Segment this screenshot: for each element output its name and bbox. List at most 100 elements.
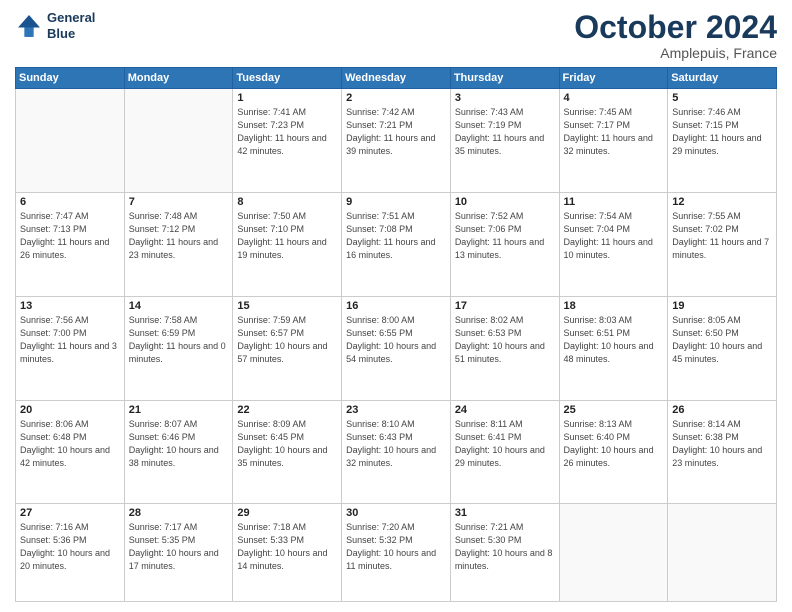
- logo: General Blue: [15, 10, 95, 41]
- day-info: Sunrise: 8:14 AMSunset: 6:38 PMDaylight:…: [672, 418, 772, 470]
- day-number: 25: [564, 404, 664, 416]
- day-cell: 9 Sunrise: 7:51 AMSunset: 7:08 PMDaylight…: [342, 192, 451, 296]
- day-info: Sunrise: 7:45 AMSunset: 7:17 PMDaylight:…: [564, 106, 664, 158]
- day-cell: 12 Sunrise: 7:55 AMSunset: 7:02 PMDayligh…: [668, 192, 777, 296]
- day-number: 27: [20, 507, 120, 519]
- day-number: 31: [455, 507, 555, 519]
- week-row-5: 27 Sunrise: 7:16 AMSunset: 5:36 PMDayligh…: [16, 504, 777, 602]
- weekday-header-friday: Friday: [559, 68, 668, 89]
- weekday-header-row: SundayMondayTuesdayWednesdayThursdayFrid…: [16, 68, 777, 89]
- day-info: Sunrise: 7:21 AMSunset: 5:30 PMDaylight:…: [455, 521, 555, 573]
- weekday-header-wednesday: Wednesday: [342, 68, 451, 89]
- week-row-4: 20 Sunrise: 8:06 AMSunset: 6:48 PMDayligh…: [16, 400, 777, 504]
- day-cell: 18 Sunrise: 8:03 AMSunset: 6:51 PMDayligh…: [559, 296, 668, 400]
- weekday-header-saturday: Saturday: [668, 68, 777, 89]
- header: General Blue October 2024 Amplepuis, Fra…: [15, 10, 777, 61]
- day-number: 20: [20, 404, 120, 416]
- day-info: Sunrise: 8:06 AMSunset: 6:48 PMDaylight:…: [20, 418, 120, 470]
- day-cell: 27 Sunrise: 7:16 AMSunset: 5:36 PMDayligh…: [16, 504, 125, 602]
- title-block: October 2024 Amplepuis, France: [574, 10, 777, 61]
- week-row-2: 6 Sunrise: 7:47 AMSunset: 7:13 PMDaylight…: [16, 192, 777, 296]
- day-cell: 21 Sunrise: 8:07 AMSunset: 6:46 PMDayligh…: [124, 400, 233, 504]
- day-info: Sunrise: 7:58 AMSunset: 6:59 PMDaylight:…: [129, 314, 229, 366]
- day-cell: 31 Sunrise: 7:21 AMSunset: 5:30 PMDayligh…: [450, 504, 559, 602]
- day-number: 3: [455, 92, 555, 104]
- day-number: 11: [564, 196, 664, 208]
- day-cell: 22Sunrise: 8:09 AMSunset: 6:45 PMDayligh…: [233, 400, 342, 504]
- day-info: Sunrise: 7:20 AMSunset: 5:32 PMDaylight:…: [346, 521, 446, 573]
- day-cell: 17Sunrise: 8:02 AMSunset: 6:53 PMDayligh…: [450, 296, 559, 400]
- day-number: 2: [346, 92, 446, 104]
- day-info: Sunrise: 8:13 AMSunset: 6:40 PMDaylight:…: [564, 418, 664, 470]
- logo-icon: [15, 12, 43, 40]
- day-info: Sunrise: 7:16 AMSunset: 5:36 PMDaylight:…: [20, 521, 120, 573]
- day-number: 8: [237, 196, 337, 208]
- day-number: 24: [455, 404, 555, 416]
- day-number: 30: [346, 507, 446, 519]
- day-cell: 24 Sunrise: 8:11 AMSunset: 6:41 PMDayligh…: [450, 400, 559, 504]
- day-number: 22: [237, 404, 337, 416]
- day-number: 7: [129, 196, 229, 208]
- day-info: Sunrise: 7:55 AMSunset: 7:02 PMDaylight:…: [672, 210, 772, 262]
- weekday-header-monday: Monday: [124, 68, 233, 89]
- day-cell: [16, 89, 125, 193]
- day-info: Sunrise: 8:05 AMSunset: 6:50 PMDaylight:…: [672, 314, 772, 366]
- day-info: Sunrise: 7:59 AMSunset: 6:57 PMDaylight:…: [237, 314, 337, 366]
- day-info: Sunrise: 7:46 AMSunset: 7:15 PMDaylight:…: [672, 106, 772, 158]
- day-number: 18: [564, 300, 664, 312]
- day-cell: 7Sunrise: 7:48 AMSunset: 7:12 PMDaylight…: [124, 192, 233, 296]
- day-number: 15: [237, 300, 337, 312]
- day-cell: 16Sunrise: 8:00 AMSunset: 6:55 PMDayligh…: [342, 296, 451, 400]
- day-info: Sunrise: 7:56 AMSunset: 7:00 PMDaylight:…: [20, 314, 120, 366]
- day-number: 13: [20, 300, 120, 312]
- day-number: 14: [129, 300, 229, 312]
- day-info: Sunrise: 8:00 AMSunset: 6:55 PMDaylight:…: [346, 314, 446, 366]
- logo-text: General Blue: [47, 10, 95, 41]
- day-info: Sunrise: 7:51 AMSunset: 7:08 PMDaylight:…: [346, 210, 446, 262]
- month-title: October 2024: [574, 10, 777, 45]
- day-cell: 14 Sunrise: 7:58 AMSunset: 6:59 PMDayligh…: [124, 296, 233, 400]
- day-info: Sunrise: 8:03 AMSunset: 6:51 PMDaylight:…: [564, 314, 664, 366]
- day-cell: 2Sunrise: 7:42 AMSunset: 7:21 PMDaylight…: [342, 89, 451, 193]
- day-info: Sunrise: 7:50 AMSunset: 7:10 PMDaylight:…: [237, 210, 337, 262]
- day-number: 29: [237, 507, 337, 519]
- week-row-1: 1 Sunrise: 7:41 AMSunset: 7:23 PMDaylight…: [16, 89, 777, 193]
- day-info: Sunrise: 7:41 AMSunset: 7:23 PMDaylight:…: [237, 106, 337, 158]
- day-number: 26: [672, 404, 772, 416]
- day-cell: 25 Sunrise: 8:13 AMSunset: 6:40 PMDayligh…: [559, 400, 668, 504]
- day-cell: 3 Sunrise: 7:43 AMSunset: 7:19 PMDaylight…: [450, 89, 559, 193]
- day-number: 23: [346, 404, 446, 416]
- day-number: 4: [564, 92, 664, 104]
- day-cell: 5Sunrise: 7:46 AMSunset: 7:15 PMDaylight…: [668, 89, 777, 193]
- day-number: 19: [672, 300, 772, 312]
- day-number: 1: [237, 92, 337, 104]
- day-cell: 15 Sunrise: 7:59 AMSunset: 6:57 PMDayligh…: [233, 296, 342, 400]
- day-cell: 6 Sunrise: 7:47 AMSunset: 7:13 PMDaylight…: [16, 192, 125, 296]
- weekday-header-sunday: Sunday: [16, 68, 125, 89]
- day-cell: 10Sunrise: 7:52 AMSunset: 7:06 PMDayligh…: [450, 192, 559, 296]
- day-cell: 11 Sunrise: 7:54 AMSunset: 7:04 PMDayligh…: [559, 192, 668, 296]
- day-cell: 23Sunrise: 8:10 AMSunset: 6:43 PMDayligh…: [342, 400, 451, 504]
- page: General Blue October 2024 Amplepuis, Fra…: [0, 0, 792, 612]
- day-cell: [559, 504, 668, 602]
- day-number: 17: [455, 300, 555, 312]
- day-info: Sunrise: 7:52 AMSunset: 7:06 PMDaylight:…: [455, 210, 555, 262]
- day-cell: 28Sunrise: 7:17 AMSunset: 5:35 PMDayligh…: [124, 504, 233, 602]
- day-info: Sunrise: 7:47 AMSunset: 7:13 PMDaylight:…: [20, 210, 120, 262]
- day-number: 21: [129, 404, 229, 416]
- day-number: 6: [20, 196, 120, 208]
- day-cell: 8 Sunrise: 7:50 AMSunset: 7:10 PMDaylight…: [233, 192, 342, 296]
- day-info: Sunrise: 7:18 AMSunset: 5:33 PMDaylight:…: [237, 521, 337, 573]
- day-cell: 19 Sunrise: 8:05 AMSunset: 6:50 PMDayligh…: [668, 296, 777, 400]
- day-info: Sunrise: 7:17 AMSunset: 5:35 PMDaylight:…: [129, 521, 229, 573]
- day-number: 9: [346, 196, 446, 208]
- day-info: Sunrise: 8:11 AMSunset: 6:41 PMDaylight:…: [455, 418, 555, 470]
- day-number: 12: [672, 196, 772, 208]
- calendar-table: SundayMondayTuesdayWednesdayThursdayFrid…: [15, 67, 777, 602]
- day-info: Sunrise: 8:07 AMSunset: 6:46 PMDaylight:…: [129, 418, 229, 470]
- day-info: Sunrise: 7:43 AMSunset: 7:19 PMDaylight:…: [455, 106, 555, 158]
- day-info: Sunrise: 7:54 AMSunset: 7:04 PMDaylight:…: [564, 210, 664, 262]
- day-cell: 20 Sunrise: 8:06 AMSunset: 6:48 PMDayligh…: [16, 400, 125, 504]
- weekday-header-thursday: Thursday: [450, 68, 559, 89]
- day-cell: 29 Sunrise: 7:18 AMSunset: 5:33 PMDayligh…: [233, 504, 342, 602]
